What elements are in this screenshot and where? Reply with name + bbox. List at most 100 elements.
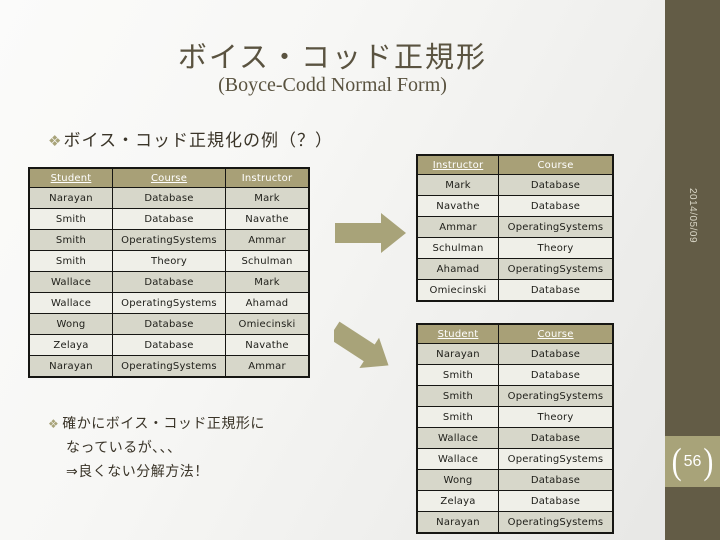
table-row: Navathe Database: [416, 195, 614, 217]
cell-student: Smith: [416, 364, 499, 386]
cell-instructor: Navathe: [225, 334, 310, 356]
cell-course: OperatingSystems: [498, 511, 614, 534]
table-row: Ammar OperatingSystems: [416, 216, 614, 238]
cell-student: Zelaya: [416, 490, 499, 512]
column-header-course: Course: [112, 167, 226, 188]
cell-course: OperatingSystems: [498, 258, 614, 280]
cell-instructor: Ammar: [416, 216, 499, 238]
cell-instructor: Ammar: [225, 229, 310, 251]
table-row: Wong Database Omiecinski: [28, 313, 310, 335]
table-row: Narayan Database Mark: [28, 187, 310, 209]
cell-student: Smith: [28, 250, 113, 272]
table-row: Schulman Theory: [416, 237, 614, 259]
right-bracket-icon: ): [703, 440, 714, 482]
table-row: Smith Theory Schulman: [28, 250, 310, 272]
cell-instructor: Navathe: [225, 208, 310, 230]
cell-instructor: Mark: [225, 271, 310, 293]
bullet-diamond-icon: ❖: [48, 132, 63, 150]
bullet-bottom: ❖ 確かにボイス・コッド正規形に なっているが、、、 ⇒良くない分解方法！: [48, 412, 265, 484]
cell-student: Smith: [416, 385, 499, 407]
cell-student: Wong: [28, 313, 113, 335]
table-row: Wong Database: [416, 469, 614, 491]
cell-course: Database: [498, 279, 614, 302]
arrow-down-right-icon: [334, 321, 389, 368]
column-header-student: Student: [28, 167, 113, 188]
page-number-group: ( 56 ): [665, 436, 720, 487]
cell-course: Database: [112, 208, 226, 230]
cell-instructor: Ahamad: [416, 258, 499, 280]
column-header-student: Student: [416, 323, 499, 344]
cell-student: Narayan: [28, 355, 113, 378]
cell-course: Database: [498, 364, 614, 386]
cell-instructor: Omiecinski: [416, 279, 499, 302]
table-header-row: Student Course Instructor: [28, 167, 310, 188]
page-number: 56: [683, 452, 702, 470]
slide-canvas: 2014/05/09 ( 56 ) ボイス・コッド正規形 (Boyce-Codd…: [0, 0, 720, 540]
table-row: Zelaya Database Navathe: [28, 334, 310, 356]
cell-course: Database: [112, 313, 226, 335]
cell-course: Theory: [112, 250, 226, 272]
cell-course: OperatingSystems: [112, 292, 226, 314]
cell-student: Wong: [416, 469, 499, 491]
cell-instructor: Schulman: [416, 237, 499, 259]
cell-instructor: Mark: [416, 174, 499, 196]
bullet-bottom-line3: ⇒良くない分解方法！: [66, 464, 209, 480]
student-course-table: Student Course Narayan Database Smith Data…: [416, 323, 614, 534]
bullet-bottom-line1: 確かにボイス・コッド正規形に: [62, 416, 265, 432]
cell-course: Theory: [498, 237, 614, 259]
slide-date: 2014/05/09: [665, 150, 720, 280]
slide-date-text: 2014/05/09: [687, 187, 698, 243]
cell-student: Smith: [28, 208, 113, 230]
cell-instructor: Ahamad: [225, 292, 310, 314]
table-row: Narayan OperatingSystems Ammar: [28, 355, 310, 378]
column-header-course: Course: [498, 323, 614, 344]
cell-course: OperatingSystems: [112, 229, 226, 251]
table-row: Wallace OperatingSystems: [416, 448, 614, 470]
column-header-course: Course: [498, 154, 614, 175]
cell-student: Wallace: [28, 271, 113, 293]
cell-course: Database: [112, 334, 226, 356]
cell-student: Narayan: [416, 343, 499, 365]
table-row: Zelaya Database: [416, 490, 614, 512]
table-row: Narayan Database: [416, 343, 614, 365]
table-row: Omiecinski Database: [416, 279, 614, 302]
table-row: Wallace OperatingSystems Ahamad: [28, 292, 310, 314]
bullet-bottom-line2: なっているが、、、: [66, 440, 182, 456]
table-row: Wallace Database Mark: [28, 271, 310, 293]
table-header-row: Student Course: [416, 323, 614, 344]
slide-title: ボイス・コッド正規形: [177, 40, 488, 74]
cell-course: Database: [498, 195, 614, 217]
table-header-row: Instructor Course: [416, 154, 614, 175]
bullet-top-text: ボイス・コッド正規化の例（？）: [63, 131, 333, 151]
cell-course: OperatingSystems: [498, 448, 614, 470]
cell-course: Database: [112, 187, 226, 209]
cell-student: Wallace: [416, 448, 499, 470]
table-row: Ahamad OperatingSystems: [416, 258, 614, 280]
bullet-top: ❖ボイス・コッド正規化の例（？）: [48, 126, 333, 151]
cell-student: Smith: [416, 406, 499, 428]
cell-student: Wallace: [28, 292, 113, 314]
arrow-right-icon: [335, 213, 406, 253]
cell-instructor: Schulman: [225, 250, 310, 272]
table-row: Smith Theory: [416, 406, 614, 428]
table-row: Mark Database: [416, 174, 614, 196]
table-row: Smith OperatingSystems: [416, 385, 614, 407]
cell-course: Database: [498, 469, 614, 491]
cell-instructor: Navathe: [416, 195, 499, 217]
cell-instructor: Ammar: [225, 355, 310, 378]
cell-course: OperatingSystems: [112, 355, 226, 378]
table-row: Smith OperatingSystems Ammar: [28, 229, 310, 251]
cell-course: Database: [112, 271, 226, 293]
cell-course: Theory: [498, 406, 614, 428]
cell-student: Zelaya: [28, 334, 113, 356]
column-header-instructor: Instructor: [416, 154, 499, 175]
left-bracket-icon: (: [671, 440, 682, 482]
cell-instructor: Mark: [225, 187, 310, 209]
student-course-instructor-table: Student Course Instructor Narayan Databas…: [28, 167, 310, 378]
table-row: Narayan OperatingSystems: [416, 511, 614, 534]
cell-course: Database: [498, 343, 614, 365]
table-row: Smith Database Navathe: [28, 208, 310, 230]
table-row: Smith Database: [416, 364, 614, 386]
cell-student: Wallace: [416, 427, 499, 449]
instructor-course-table: Instructor Course Mark Database Navathe Da…: [416, 154, 614, 302]
